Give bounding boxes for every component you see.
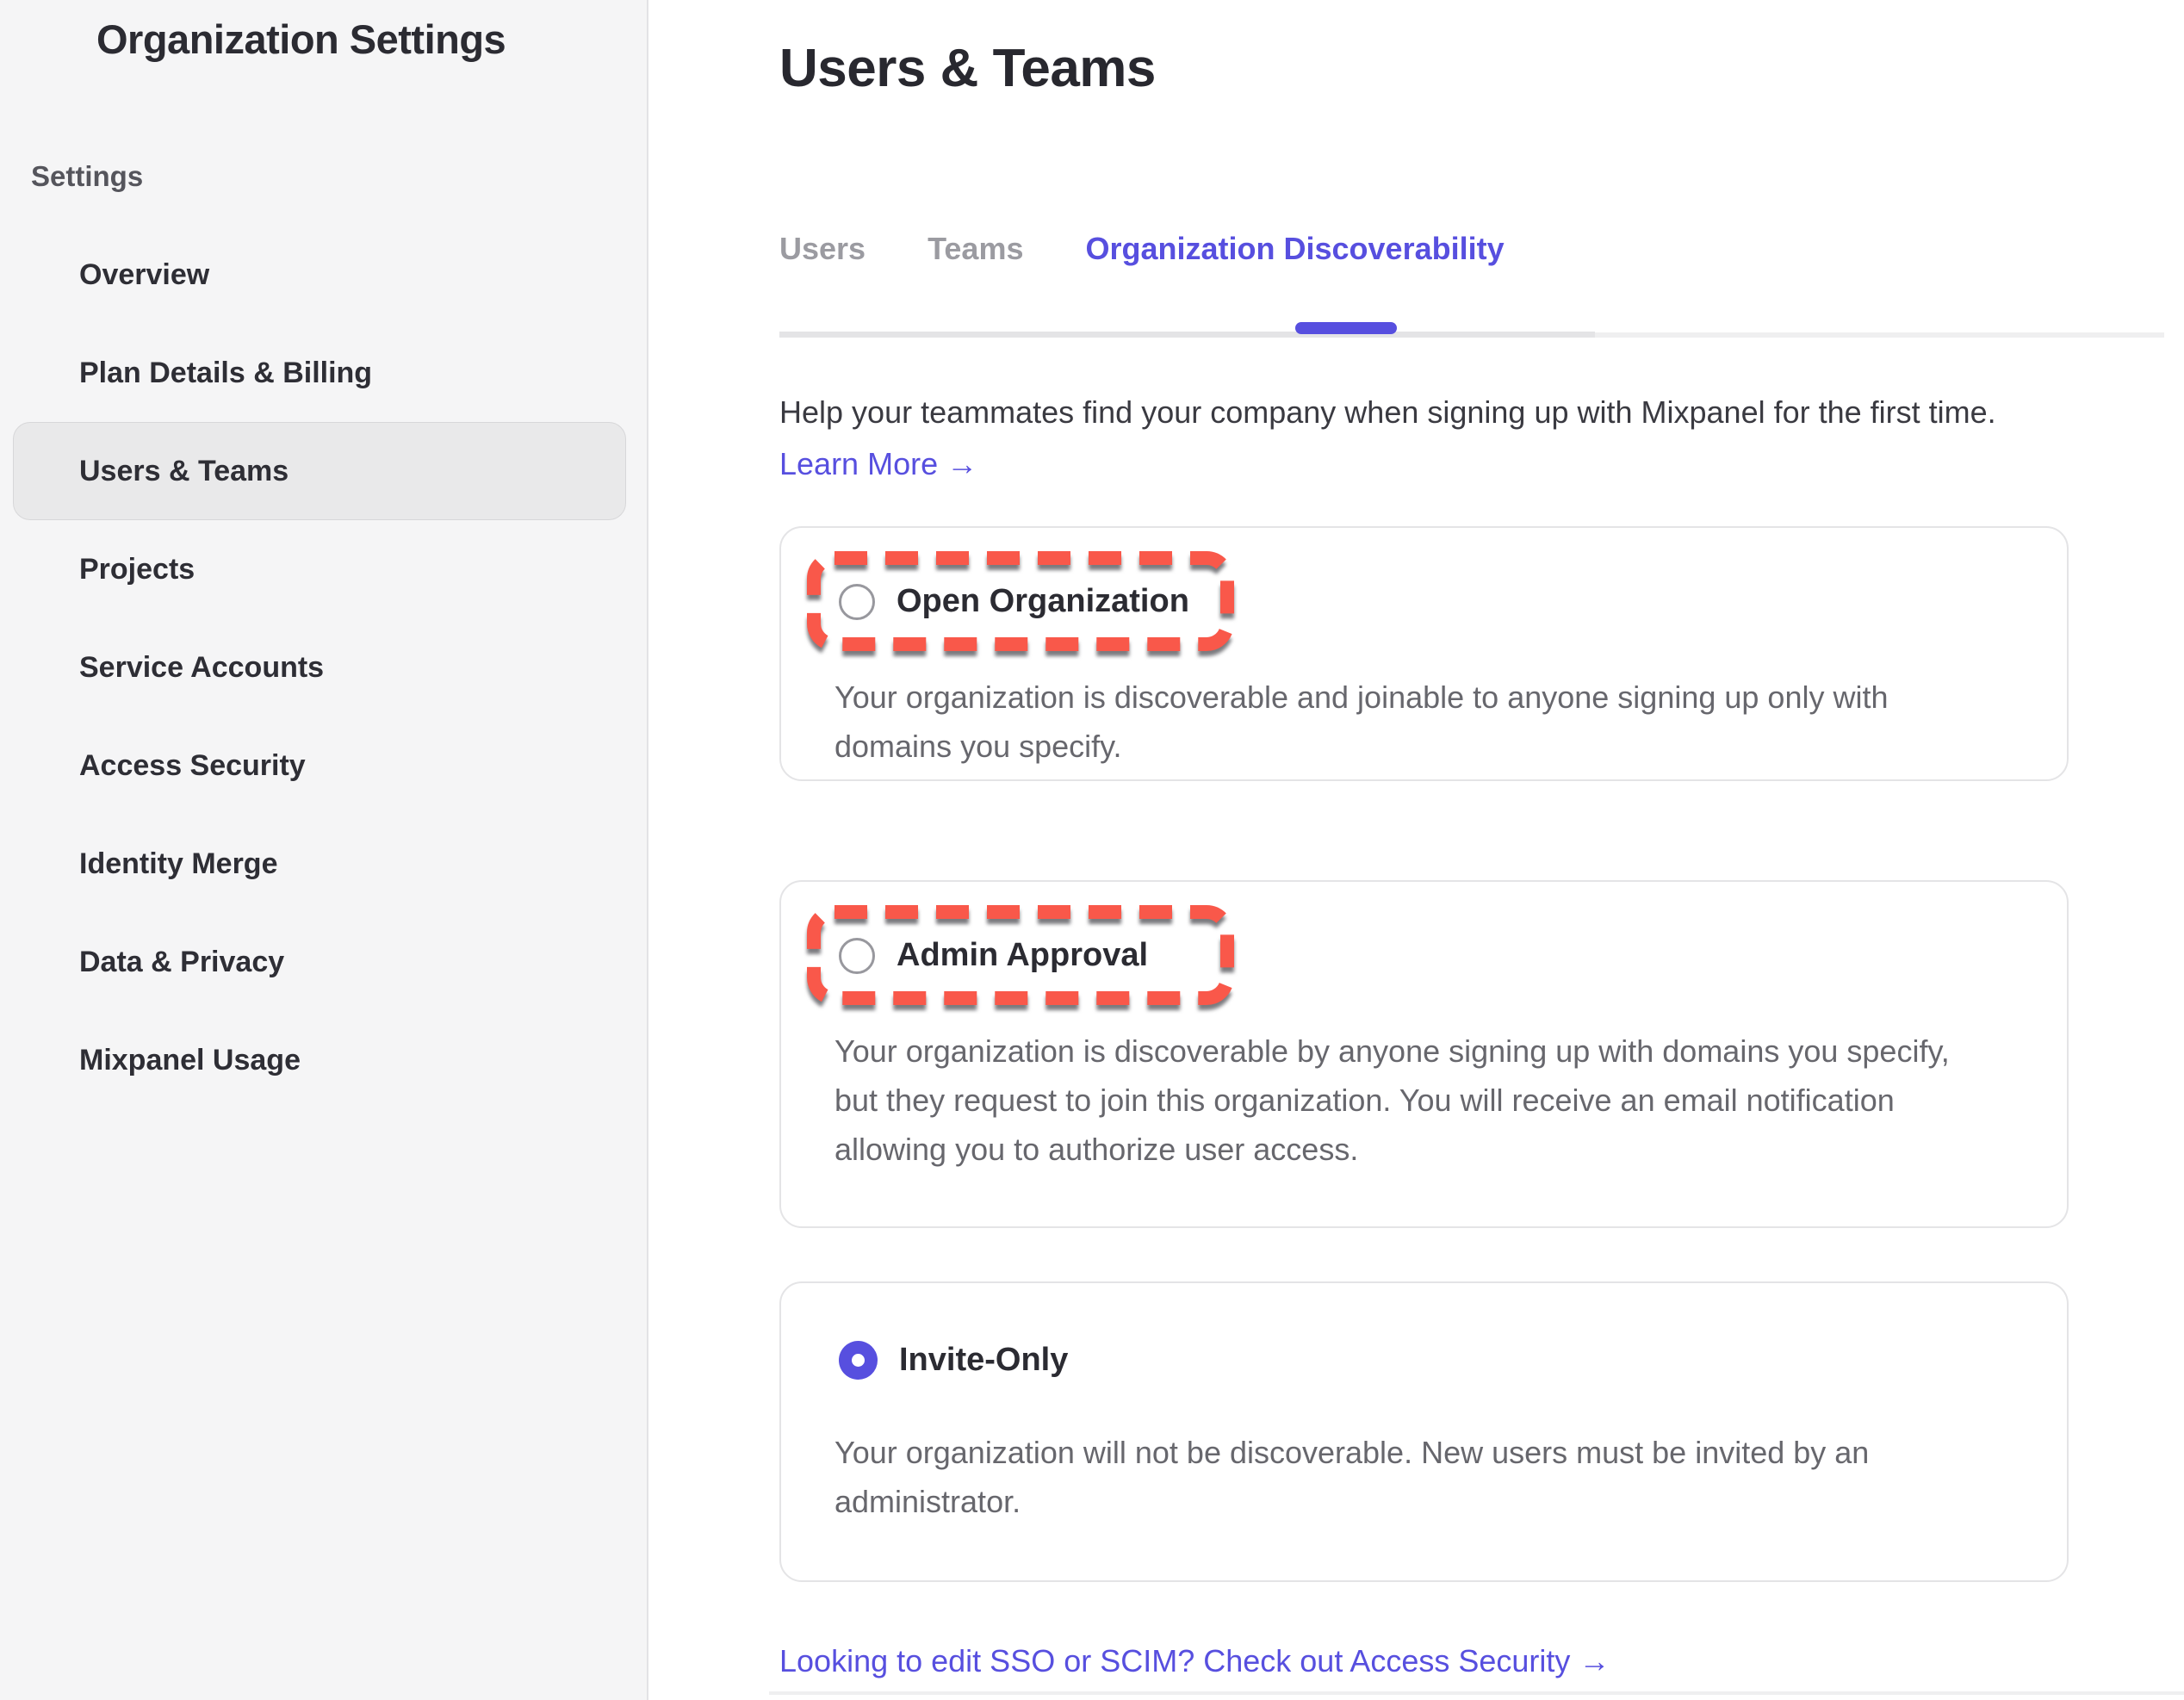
- tab-divider: [779, 332, 1595, 338]
- option-card-invite-only: Invite-Only Your organization will not b…: [779, 1281, 2069, 1582]
- tab-organization-discoverability[interactable]: Organization Discoverability: [1085, 231, 1504, 267]
- tab-bar: Users Teams Organization Discoverability: [779, 231, 1505, 267]
- page-title: Users & Teams: [779, 38, 1156, 99]
- radio-circle-checked-icon[interactable]: [839, 1341, 878, 1380]
- radio-dot: [852, 1354, 865, 1367]
- sidebar-nav: Overview Plan Details & Billing Users & …: [0, 226, 648, 1109]
- sidebar-item-access-security[interactable]: Access Security: [13, 717, 626, 815]
- main-content: Users & Teams Users Teams Organization D…: [648, 0, 2184, 1700]
- active-tab-indicator: [1295, 322, 1397, 334]
- sidebar-item-data-privacy[interactable]: Data & Privacy: [13, 913, 626, 1011]
- radio-invite-only[interactable]: Invite-Only: [839, 1341, 1068, 1380]
- option-label: Open Organization: [897, 583, 1189, 620]
- sidebar-title: Organization Settings: [96, 16, 506, 63]
- tab-teams[interactable]: Teams: [928, 231, 1023, 267]
- option-description: Your organization is discoverable and jo…: [835, 673, 1980, 771]
- option-label: Invite-Only: [899, 1342, 1068, 1379]
- sidebar-item-service-accounts[interactable]: Service Accounts: [13, 618, 626, 717]
- intro-text: Help your teammates find your company wh…: [779, 394, 2175, 431]
- access-security-link[interactable]: Looking to edit SSO or SCIM? Check out A…: [779, 1643, 1610, 1679]
- option-description: Your organization is discoverable by any…: [835, 1027, 1980, 1174]
- sidebar-item-mixpanel-usage[interactable]: Mixpanel Usage: [13, 1011, 626, 1109]
- radio-open-organization[interactable]: Open Organization: [839, 583, 1189, 620]
- learn-more-link[interactable]: Learn More →: [779, 446, 977, 482]
- organization-settings-page: Organization Settings Settings Overview …: [0, 0, 2184, 1700]
- option-card-open-organization: Open Organization Your organization is d…: [779, 526, 2069, 781]
- sidebar-item-projects[interactable]: Projects: [13, 520, 626, 618]
- sidebar-item-plan-details-billing[interactable]: Plan Details & Billing: [13, 324, 626, 422]
- bottom-divider: [769, 1691, 2184, 1695]
- radio-circle-unchecked-icon[interactable]: [839, 584, 875, 620]
- radio-circle-unchecked-icon[interactable]: [839, 938, 875, 974]
- option-description: Your organization will not be discoverab…: [835, 1428, 1980, 1526]
- sidebar-item-identity-merge[interactable]: Identity Merge: [13, 815, 626, 913]
- sidebar: Organization Settings Settings Overview …: [0, 0, 648, 1700]
- sidebar-item-users-teams[interactable]: Users & Teams: [13, 422, 626, 520]
- tab-users[interactable]: Users: [779, 231, 866, 267]
- option-card-admin-approval: Admin Approval Your organization is disc…: [779, 880, 2069, 1228]
- option-label: Admin Approval: [897, 937, 1148, 974]
- sidebar-section-settings: Settings: [31, 160, 143, 193]
- radio-admin-approval[interactable]: Admin Approval: [839, 937, 1148, 974]
- sidebar-item-overview[interactable]: Overview: [13, 226, 626, 324]
